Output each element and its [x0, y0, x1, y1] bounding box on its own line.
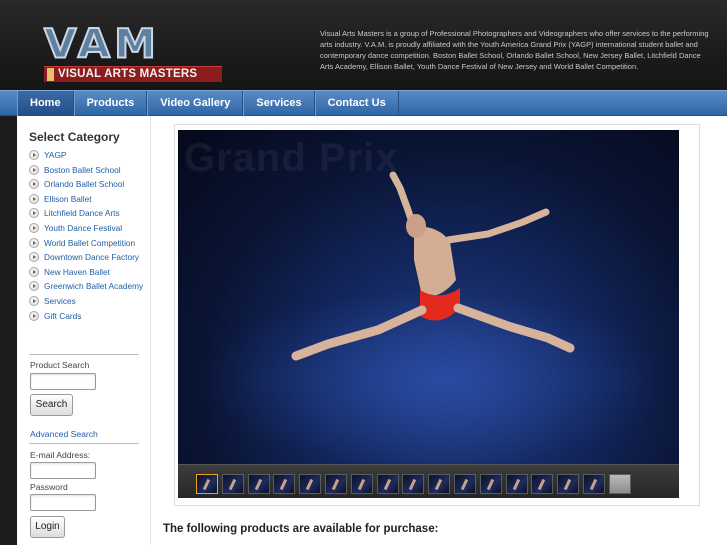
- advanced-search-link[interactable]: Advanced Search: [30, 429, 98, 439]
- category-item-litchfield-dance-arts[interactable]: Litchfield Dance Arts: [29, 207, 145, 219]
- thumbnail-13[interactable]: [505, 474, 528, 494]
- site-header: VAM VISUAL ARTS MASTERS Visual Arts Mast…: [0, 0, 727, 90]
- category-label: Ellison Ballet: [44, 193, 92, 204]
- category-label: Downtown Dance Factory: [44, 252, 139, 263]
- arrow-bullet-icon: [29, 150, 39, 160]
- logo-mark-icon: [47, 68, 54, 81]
- logo-letters: VAM: [43, 20, 160, 67]
- category-label: YAGP: [44, 150, 67, 160]
- nav-home[interactable]: Home: [17, 91, 74, 116]
- category-label: Boston Ballet School: [44, 164, 121, 175]
- thumbnail-11[interactable]: [453, 474, 476, 494]
- password-field[interactable]: [30, 494, 96, 511]
- thumbnail-17[interactable]: [608, 474, 631, 494]
- product-search-input[interactable]: [30, 373, 96, 390]
- sidebar-divider: [29, 354, 139, 355]
- arrow-bullet-icon: [29, 295, 39, 306]
- category-item-yagp[interactable]: YAGP: [29, 149, 145, 161]
- search-button[interactable]: Search: [30, 394, 73, 416]
- sidebar-divider: [29, 443, 139, 444]
- thumbnail-5[interactable]: [299, 474, 322, 494]
- category-item-orlando-ballet-school[interactable]: Orlando Ballet School: [29, 178, 145, 190]
- arrow-bullet-icon: [29, 208, 39, 219]
- category-item-greenwich-ballet-academy[interactable]: Greenwich Ballet Academy: [29, 280, 145, 292]
- featured-photo[interactable]: Grand Prix: [178, 130, 679, 464]
- category-item-world-ballet-competition[interactable]: World Ballet Competition: [29, 237, 145, 249]
- arrow-bullet-icon: [29, 164, 39, 175]
- thumbnail-2[interactable]: [221, 474, 244, 494]
- thumbnail-9[interactable]: [402, 474, 425, 494]
- thumbnail-7[interactable]: [350, 474, 373, 494]
- thumbnail-4[interactable]: [273, 474, 296, 494]
- category-label: Litchfield Dance Arts: [44, 208, 120, 219]
- category-label: Gift Cards: [44, 310, 82, 321]
- thumbnail-12[interactable]: [479, 474, 502, 494]
- arrow-bullet-icon: [29, 193, 39, 204]
- category-label: World Ballet Competition: [44, 237, 136, 248]
- email-label: E-mail Address:: [30, 450, 91, 460]
- category-title: Select Category: [29, 130, 120, 144]
- products-heading: The following products are available for…: [163, 523, 439, 535]
- category-label: Greenwich Ballet Academy: [44, 281, 144, 292]
- main-nav: Home Products Video Gallery Services Con…: [0, 90, 727, 116]
- arrow-bullet-icon: [29, 252, 39, 263]
- category-item-services[interactable]: Services: [29, 295, 145, 307]
- login-button[interactable]: Login: [30, 516, 65, 538]
- nav-products[interactable]: Products: [73, 91, 148, 116]
- category-list: YAGP Boston Ballet School Orlando Ballet…: [29, 149, 145, 324]
- arrow-bullet-icon: [29, 310, 39, 321]
- category-label: Youth Dance Festival: [44, 222, 123, 233]
- arrow-bullet-icon: [29, 179, 39, 190]
- email-field[interactable]: [30, 462, 96, 479]
- thumbnail-1[interactable]: [196, 474, 218, 494]
- dancer-image: [203, 171, 663, 464]
- thumbnail-14[interactable]: [531, 474, 554, 494]
- category-item-downtown-dance-factory[interactable]: Downtown Dance Factory: [29, 251, 145, 263]
- arrow-bullet-icon: [29, 222, 39, 233]
- nav-video-gallery[interactable]: Video Gallery: [147, 91, 244, 116]
- thumbnail-15[interactable]: [557, 474, 580, 494]
- arrow-bullet-icon: [29, 266, 39, 277]
- product-search-label: Product Search: [30, 360, 90, 370]
- arrow-bullet-icon: [29, 281, 39, 292]
- category-item-new-haven-ballet[interactable]: New Haven Ballet: [29, 266, 145, 278]
- category-item-ellison-ballet[interactable]: Ellison Ballet: [29, 193, 145, 205]
- category-item-youth-dance-festival[interactable]: Youth Dance Festival: [29, 222, 145, 234]
- sidebar: Select Category YAGP Boston Ballet Schoo…: [17, 116, 151, 545]
- thumbnail-8[interactable]: [376, 474, 399, 494]
- password-label: Password: [30, 482, 68, 492]
- thumbnail-6[interactable]: [324, 474, 347, 494]
- category-item-gift-cards[interactable]: Gift Cards: [29, 310, 145, 322]
- category-label: Services: [44, 295, 76, 306]
- category-label: New Haven Ballet: [44, 266, 110, 277]
- header-description: Visual Arts Masters is a group of Profes…: [320, 29, 709, 71]
- arrow-bullet-icon: [29, 237, 39, 248]
- thumbnail-16[interactable]: [582, 474, 605, 494]
- logo-text: VISUAL ARTS MASTERS: [58, 68, 198, 80]
- thumbnail-strip: [178, 464, 679, 498]
- thumbnail-3[interactable]: [247, 474, 270, 494]
- category-label: Orlando Ballet School: [44, 179, 125, 190]
- vam-logo[interactable]: VAM VISUAL ARTS MASTERS: [43, 20, 224, 84]
- nav-contact-us[interactable]: Contact Us: [314, 91, 399, 116]
- nav-services[interactable]: Services: [243, 91, 315, 116]
- logo-banner: VISUAL ARTS MASTERS: [44, 66, 222, 82]
- thumbnail-10[interactable]: [428, 474, 451, 494]
- category-item-boston-ballet-school[interactable]: Boston Ballet School: [29, 164, 145, 176]
